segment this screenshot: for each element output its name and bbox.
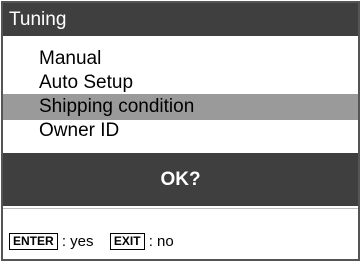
- footer-hint: ENTER : yes EXIT : no: [9, 232, 174, 251]
- footer-divider: [3, 208, 358, 209]
- confirm-dialog: OK?: [3, 153, 358, 206]
- exit-hint-text: : no: [144, 233, 174, 250]
- menu-item-auto-setup[interactable]: Auto Setup: [3, 70, 358, 96]
- menu-item-owner-id[interactable]: Owner ID: [3, 118, 358, 144]
- window-title: Tuning: [3, 3, 358, 36]
- tuning-window: Tuning Manual Auto Setup Shipping condit…: [1, 1, 360, 261]
- confirm-prompt: OK?: [160, 169, 201, 190]
- exit-key-badge[interactable]: EXIT: [109, 232, 145, 250]
- enter-hint-text: : yes: [57, 233, 94, 250]
- enter-key-badge[interactable]: ENTER: [9, 232, 58, 250]
- menu-item-shipping-condition[interactable]: Shipping condition: [3, 94, 358, 120]
- menu-item-manual[interactable]: Manual: [3, 46, 358, 72]
